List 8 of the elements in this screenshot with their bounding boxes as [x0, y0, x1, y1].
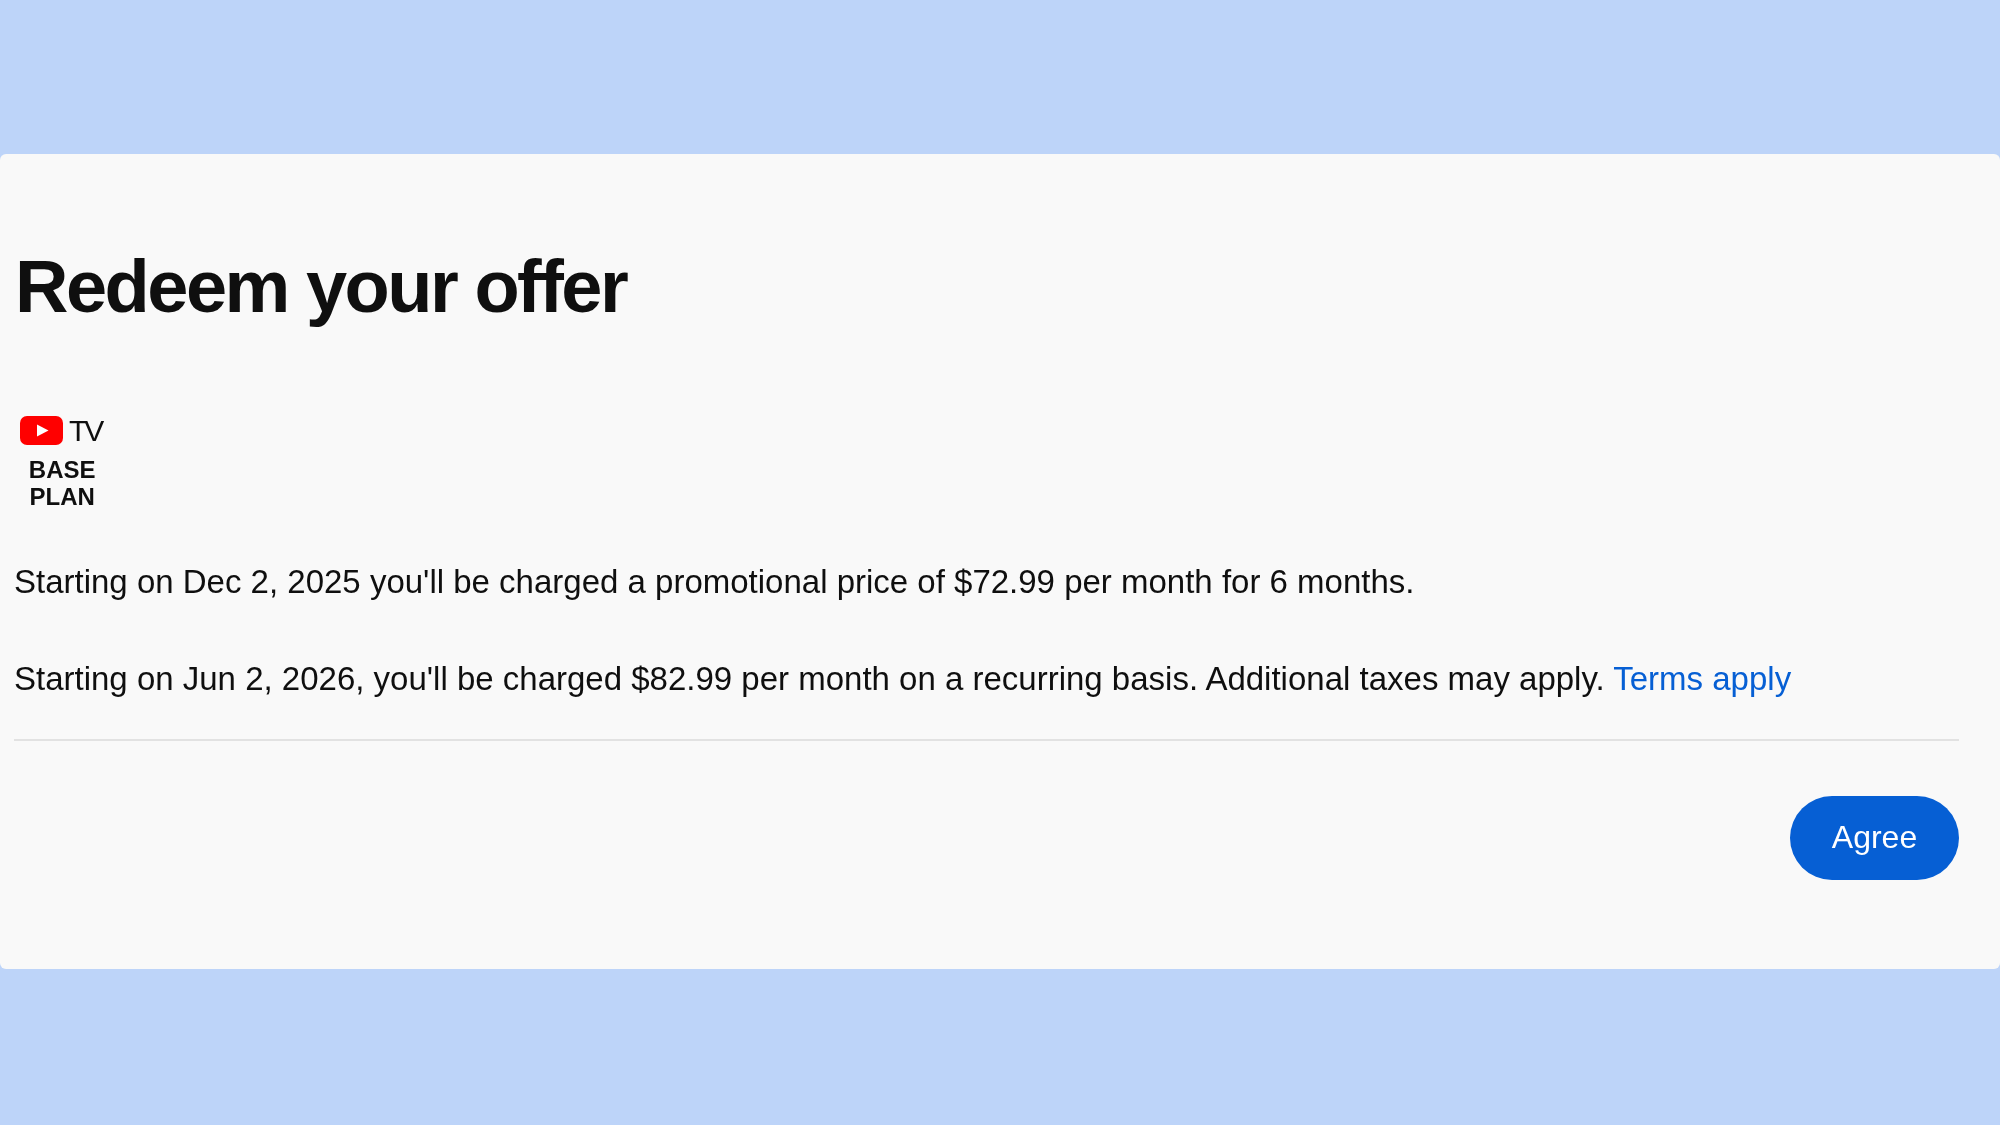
terms-paragraph: Starting on Dec 2, 2025 you'll be charged a promotional price of $72.99 per month for 6 months.	[14, 561, 1415, 602]
agree-button[interactable]: Agree	[1790, 795, 1959, 880]
logo-text: TV	[69, 415, 103, 445]
terms-link[interactable]: Terms apply	[1613, 659, 1792, 697]
play-logo-icon	[20, 415, 63, 445]
page-title: Redeem your offer	[15, 244, 627, 330]
terms-paragraph: Starting on Jun 2, 2026, you'll be charged $82.99 per month on a recurring basis. Additional taxes may apply. Terms apply	[14, 658, 1792, 699]
plan-name: BASE PLAN	[27, 455, 97, 510]
